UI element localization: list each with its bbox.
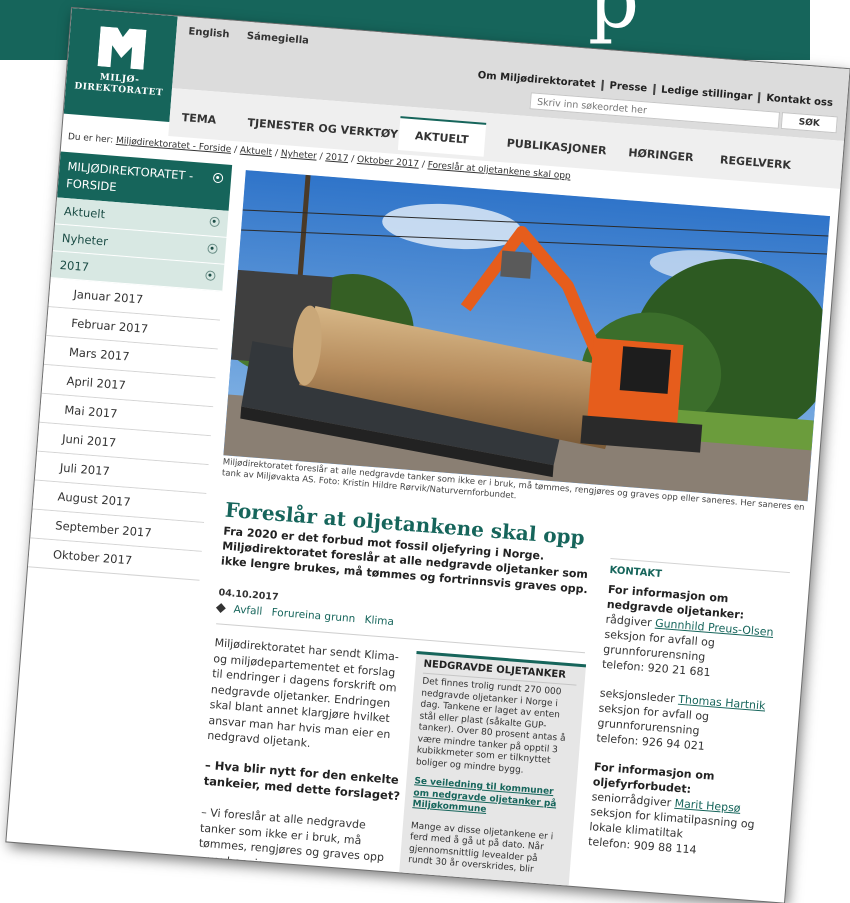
tag-icon [215,603,226,613]
tag-link[interactable]: Klima [364,614,394,628]
tag-link[interactable]: Avfall [233,604,263,618]
article-paragraph: Miljødirektoratet har sendt Klima- og mi… [206,636,400,750]
contact-box: KONTAKT For informasjon om nedgravde olj… [586,557,790,878]
breadcrumb-aktuelt[interactable]: Aktuelt [240,146,273,158]
breadcrumb-prefix: Du er her: [67,132,114,146]
logo-text: MILJØ- DIREKTORATET [73,72,164,99]
nav-item-regelverk[interactable]: REGELVERK [720,153,792,172]
sidebar-item-label: MILJØDIREKTORATET - FORSIDE [65,159,194,195]
circle-arrow-icon [205,270,216,282]
breadcrumb-2017[interactable]: 2017 [325,152,349,164]
toplink-contact[interactable]: Kontakt oss [757,92,840,110]
factbox: NEDGRAVDE OLJETANKER Det finnes trolig r… [397,651,587,903]
language-switcher: English Sámegiella [188,26,323,48]
circle-arrow-icon [207,243,218,255]
toplink-about[interactable]: Om Miljødirektoratet [471,70,602,91]
site-logo[interactable]: MILJØ- DIREKTORATET [63,8,178,122]
contact-block: For informasjon om nedgravde oljetanker:… [602,582,789,686]
factbox-guidance-link[interactable]: Se veiledning til kommuner om nedgravde … [412,776,568,822]
sidebar-nav: MILJØDIREKTORATET - FORSIDE Aktuelt Nyhe… [27,151,233,581]
excavator-lifting-tank-illustration [223,170,831,502]
logo-m-icon [97,26,147,70]
lang-english-link[interactable]: English [188,26,230,40]
contact-block: For informasjon om oljefyrforbudet: seni… [588,759,775,863]
search-button[interactable]: SØK [780,112,838,134]
sidebar-item-label: 2017 [59,257,90,275]
article-photo [223,170,831,502]
article-date: 04.10.2017 [218,587,279,604]
breadcrumb-nyheter[interactable]: Nyheter [280,149,317,162]
article-subheading: – Hva blir nytt for den enkelte tankeier… [203,757,401,804]
lang-sami-link[interactable]: Sámegiella [246,31,309,47]
background-decoration-glyph: p [588,0,639,40]
toplink-jobs[interactable]: Ledige stillingar [652,83,759,104]
contact-block: seksjonsleder Thomas Hartnik seksjon for… [596,686,780,760]
sidebar-item-label: Nyheter [61,230,109,249]
factbox-text: Mange av disse oljetankene er i ferd med… [407,820,554,875]
tag-link[interactable]: Forureina grunn [271,607,356,626]
nav-item-tema[interactable]: TEMA [181,111,216,127]
webpage-screenshot: MILJØ- DIREKTORATET English Sámegiella O… [6,8,850,903]
toplink-press[interactable]: Presse [601,79,654,95]
nav-item-tjenester[interactable]: TJENESTER OG VERKTØY [247,116,398,141]
sidebar-item-label: Aktuelt [63,204,106,222]
circle-arrow-icon [212,172,224,184]
article-paragraph: – Vi foreslår at alle nedgravde tanker s… [197,805,385,871]
factbox-text: Det finnes trolig rundt 270 000 nedgravd… [415,676,566,776]
breadcrumb-oktober[interactable]: Oktober 2017 [357,155,420,170]
nav-item-horinger[interactable]: HØRINGER [628,146,694,164]
nav-item-publikasjoner[interactable]: PUBLIKASJONER [506,137,607,158]
circle-arrow-icon [209,216,221,228]
nav-item-aktuelt[interactable]: AKTUELT [397,116,486,157]
